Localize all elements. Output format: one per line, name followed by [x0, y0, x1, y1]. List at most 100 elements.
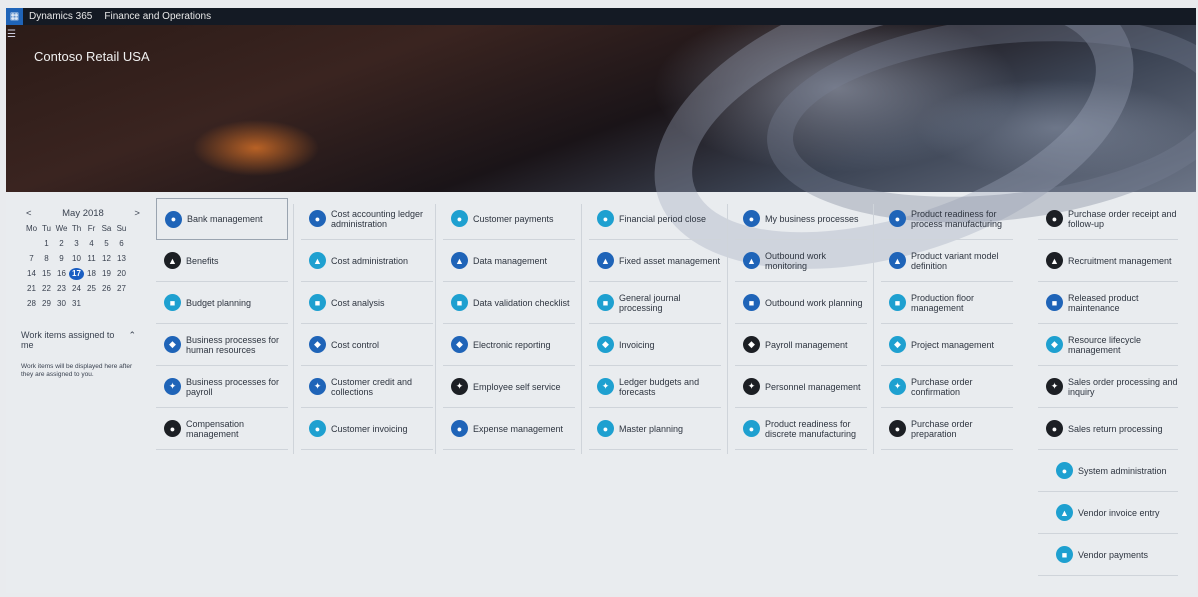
workspace-tile[interactable]: ◆ Business processes for human resources	[156, 324, 288, 366]
workspace-tile[interactable]: ■ Production floor management	[881, 282, 1013, 324]
workspace-tile[interactable]: ◆ Cost control	[301, 324, 433, 366]
tile-label: Invoicing	[619, 339, 655, 350]
calendar-day[interactable]: 22	[39, 283, 54, 295]
calendar-day[interactable]: 1	[39, 238, 54, 250]
workspace-tile[interactable]: ■ Budget planning	[156, 282, 288, 324]
calendar-day[interactable]: 6	[114, 238, 129, 250]
calendar-day[interactable]: 27	[114, 283, 129, 295]
workspace-tile[interactable]: ● System administration	[1038, 450, 1178, 492]
workspace-tile[interactable]: ● Customer payments	[443, 198, 575, 240]
calendar-day[interactable]: 21	[24, 283, 39, 295]
workspace-tile[interactable]: ✦ Employee self service	[443, 366, 575, 408]
calendar-day[interactable]: 3	[69, 238, 84, 250]
workspace-tile[interactable]: ✦ Ledger budgets and forecasts	[589, 366, 721, 408]
workspace-tile[interactable]: ■ Data validation checklist	[443, 282, 575, 324]
workspace-tile[interactable]: ✦ Personnel management	[735, 366, 867, 408]
workspace-tile[interactable]: ✦ Business processes for payroll	[156, 366, 288, 408]
workspace-tile[interactable]: ▲ Product variant model definition	[881, 240, 1013, 282]
tile-label: Production floor management	[911, 292, 975, 313]
workspace-tile[interactable]: ● Cost accounting ledger administration	[301, 198, 433, 240]
floor-icon: ■	[889, 294, 906, 311]
workspace-tile[interactable]: ■ Outbound work planning	[735, 282, 867, 324]
workspace-tile[interactable]: ● Product readiness for process manufactu…	[881, 198, 1013, 240]
tile-column: ● Product readiness for process manufactu…	[881, 198, 1013, 450]
product-name[interactable]: Dynamics 365	[29, 11, 92, 22]
calendar-day[interactable]: 30	[54, 298, 69, 310]
calendar-day[interactable]: 25	[84, 283, 99, 295]
work-items-header[interactable]: Work items assigned to me ⌃	[21, 330, 136, 350]
calendar-day[interactable]: 28	[24, 298, 39, 310]
workspace-tile[interactable]: ● Product readiness for discrete manufact…	[735, 408, 867, 450]
calendar: < May 2018 > Mo Tu We Th Fr Sa Su 1 2 3 4 5 6 7 8 9 10 11…	[24, 208, 142, 310]
workspace-tile[interactable]: ● Compensation management	[156, 408, 288, 450]
calendar-day[interactable]: 31	[69, 298, 84, 310]
collapse-icon[interactable]: ⌃	[128, 330, 136, 350]
workspace-tile[interactable]: ✦ Sales order processing and inquiry	[1038, 366, 1178, 408]
next-month-button[interactable]: >	[134, 208, 140, 219]
process-mfg-icon: ●	[889, 210, 906, 227]
calendar-day[interactable]: 14	[24, 268, 39, 280]
workspace-tile[interactable]: ● Financial period close	[589, 198, 721, 240]
calendar-day[interactable]: 20	[114, 268, 129, 280]
calendar-day[interactable]: 16	[54, 268, 69, 280]
calendar-day[interactable]: 4	[84, 238, 99, 250]
calendar-day[interactable]: 7	[24, 253, 39, 265]
workspace-tile[interactable]: ■ Cost analysis	[301, 282, 433, 324]
workspace-tile[interactable]: ● Purchase order preparation	[881, 408, 1013, 450]
calendar-day[interactable]: 17	[69, 268, 84, 280]
cost-analysis-icon: ■	[309, 294, 326, 311]
tile-label: Recruitment management	[1068, 255, 1172, 266]
po-confirm-icon: ✦	[889, 378, 906, 395]
workspace-tile[interactable]: ✦ Purchase order confirmation	[881, 366, 1013, 408]
workspace-tile[interactable]: ▲ Benefits	[156, 240, 288, 282]
menu-icon[interactable]: ☰	[7, 29, 16, 40]
calendar-day[interactable]: 8	[39, 253, 54, 265]
calendar-day[interactable]: 2	[54, 238, 69, 250]
workspace-tile[interactable]: ▲ Recruitment management	[1038, 240, 1178, 282]
workspace-tile[interactable]: ▲ Vendor invoice entry	[1038, 492, 1178, 534]
workspace-tile[interactable]: ▲ Fixed asset management	[589, 240, 721, 282]
calendar-day[interactable]: 11	[84, 253, 99, 265]
workspace-tile[interactable]: ▲ Data management	[443, 240, 575, 282]
workspace-tile[interactable]: ● Master planning	[589, 408, 721, 450]
tile-label: Vendor payments	[1078, 549, 1149, 560]
calendar-day[interactable]: 9	[54, 253, 69, 265]
workspace-tile[interactable]: ● Expense management	[443, 408, 575, 450]
workspace-tile[interactable]: ◆ Resource lifecycle management	[1038, 324, 1178, 366]
workspace-tile[interactable]: ● My business processes	[735, 198, 867, 240]
workspace-tile[interactable]: ● Sales return processing	[1038, 408, 1178, 450]
workspace-tile[interactable]: ▲ Cost administration	[301, 240, 433, 282]
calendar-day[interactable]: 12	[99, 253, 114, 265]
prev-month-button[interactable]: <	[26, 208, 32, 219]
workspace-tile[interactable]: ◆ Payroll management	[735, 324, 867, 366]
workspace-tile[interactable]: ◆ Invoicing	[589, 324, 721, 366]
work-items-title: Work items assigned to me	[21, 330, 115, 350]
tile-label: Product readiness for discrete manufactu…	[765, 418, 857, 439]
workspace-tile[interactable]: ■ Released product maintenance	[1038, 282, 1178, 324]
calendar-day[interactable]: 19	[99, 268, 114, 280]
calendar-day[interactable]: 24	[69, 283, 84, 295]
column-divider	[581, 204, 582, 454]
module-name[interactable]: Finance and Operations	[104, 11, 211, 22]
calendar-day[interactable]: 13	[114, 253, 129, 265]
calendar-day[interactable]: 23	[54, 283, 69, 295]
workspace-tile[interactable]: ● Bank management	[156, 198, 288, 240]
workspace-tile[interactable]: ■ Vendor payments	[1038, 534, 1178, 576]
calendar-day[interactable]: 29	[39, 298, 54, 310]
ledger-icon: ●	[309, 210, 326, 227]
calendar-day[interactable]: 15	[39, 268, 54, 280]
calendar-day[interactable]: 18	[84, 268, 99, 280]
workspace-tile[interactable]: ◆ Project management	[881, 324, 1013, 366]
workspace-tile[interactable]: ◆ Electronic reporting	[443, 324, 575, 366]
tile-label: Outbound work planning	[765, 297, 863, 308]
workspace-tile[interactable]: ▲ Outbound work monitoring	[735, 240, 867, 282]
workspace-tile[interactable]: ■ General journal processing	[589, 282, 721, 324]
app-launcher-icon[interactable]: ▦	[6, 8, 23, 25]
calendar-day[interactable]: 26	[99, 283, 114, 295]
calendar-day[interactable]: 5	[99, 238, 114, 250]
calendar-day[interactable]: 10	[69, 253, 84, 265]
tile-label: Master planning	[619, 423, 684, 434]
workspace-tile[interactable]: ● Purchase order receipt and follow-up	[1038, 198, 1178, 240]
workspace-tile[interactable]: ✦ Customer credit and collections	[301, 366, 433, 408]
workspace-tile[interactable]: ● Customer invoicing	[301, 408, 433, 450]
